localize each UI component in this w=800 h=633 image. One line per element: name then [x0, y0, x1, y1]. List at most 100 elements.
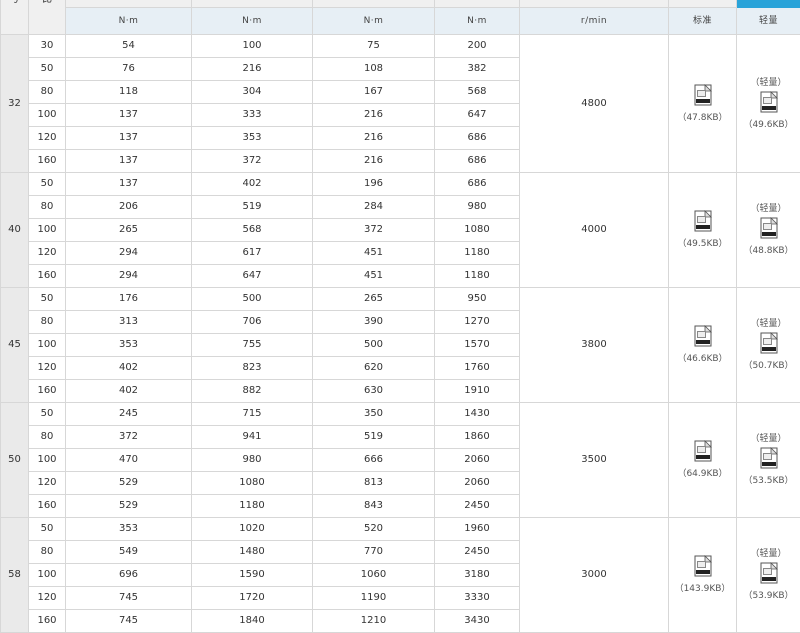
light-label: （轻量）	[750, 433, 786, 445]
cad-file-icon[interactable]	[760, 217, 778, 243]
torque-cell-t3: 520	[313, 518, 435, 541]
torque-cell-t3: 770	[313, 541, 435, 564]
torque-cell-t4: 686	[435, 150, 520, 173]
ratio-cell: 80	[29, 196, 66, 219]
speed-cell: 3000	[520, 518, 669, 633]
ratio-cell: 160	[29, 610, 66, 633]
cad-file-icon[interactable]	[694, 84, 712, 110]
torque-cell-t2: 333	[192, 104, 313, 127]
torque-cell-t3: 630	[313, 380, 435, 403]
torque-cell-t4: 2060	[435, 472, 520, 495]
torque-cell-t4: 1760	[435, 357, 520, 380]
torque-cell-t1: 529	[66, 495, 192, 518]
ratio-cell: 120	[29, 587, 66, 610]
torque-cell-t3: 350	[313, 403, 435, 426]
torque-cell-t3: 519	[313, 426, 435, 449]
ratio-cell: 100	[29, 219, 66, 242]
torque-cell-t4: 3430	[435, 610, 520, 633]
light-file-size: （48.8KB）	[743, 245, 793, 257]
torque-cell-t1: 745	[66, 587, 192, 610]
torque-cell-t2: 519	[192, 196, 313, 219]
ratio-cell: 160	[29, 265, 66, 288]
torque-cell-t1: 353	[66, 518, 192, 541]
torque-cell-t3: 216	[313, 150, 435, 173]
torque-cell-t4: 950	[435, 288, 520, 311]
light-label: （轻量）	[750, 77, 786, 89]
torque-unit-header: N·m	[435, 8, 520, 35]
torque-cell-t3: 390	[313, 311, 435, 334]
ratio-cell: 50	[29, 288, 66, 311]
torque-cell-t4: 568	[435, 81, 520, 104]
torque-cell-t1: 313	[66, 311, 192, 334]
torque-cell-t2: 823	[192, 357, 313, 380]
torque-cell-t1: 137	[66, 104, 192, 127]
cad-file-icon[interactable]	[694, 555, 712, 581]
torque-cell-t3: 108	[313, 58, 435, 81]
standard-download-cell: （47.8KB）	[669, 35, 737, 173]
cad-file-icon[interactable]	[760, 562, 778, 588]
torque-cell-t3: 843	[313, 495, 435, 518]
torque-unit-header: N·m	[192, 8, 313, 35]
light-download-cell: （轻量） （48.8KB）	[737, 173, 800, 288]
ratio-cell: 100	[29, 334, 66, 357]
torque-cell-t2: 706	[192, 311, 313, 334]
torque-cell-t3: 813	[313, 472, 435, 495]
ratio-cell: 160	[29, 150, 66, 173]
torque-cell-t1: 176	[66, 288, 192, 311]
torque-cell-t1: 696	[66, 564, 192, 587]
cad-file-icon[interactable]	[694, 210, 712, 236]
torque-cell-t2: 941	[192, 426, 313, 449]
header-top-cell	[192, 0, 313, 8]
torque-cell-t4: 1180	[435, 242, 520, 265]
torque-cell-t3: 284	[313, 196, 435, 219]
light-label: （轻量）	[750, 548, 786, 560]
cad-file-icon[interactable]	[760, 447, 778, 473]
speed-cell: 3500	[520, 403, 669, 518]
torque-cell-t2: 372	[192, 150, 313, 173]
cad-file-icon[interactable]	[760, 91, 778, 117]
table-row: 505024571535014303500（64.9KB）（轻量）（53.5KB…	[1, 403, 800, 426]
header-top-cell	[520, 0, 669, 8]
light-file-size: （49.6KB）	[743, 119, 793, 131]
torque-cell-t2: 216	[192, 58, 313, 81]
cad-file-icon[interactable]	[760, 332, 778, 358]
torque-cell-t4: 686	[435, 127, 520, 150]
cad-file-icon[interactable]	[694, 325, 712, 351]
torque-cell-t3: 1060	[313, 564, 435, 587]
speed-unit-header: r/min	[520, 8, 669, 35]
torque-cell-t1: 137	[66, 127, 192, 150]
header-top-cell	[669, 0, 737, 8]
ratio-cell: 80	[29, 426, 66, 449]
light-file-size: （53.9KB）	[743, 590, 793, 602]
ratio-cell: 120	[29, 357, 66, 380]
ratio-cell: 160	[29, 380, 66, 403]
torque-cell-t4: 382	[435, 58, 520, 81]
torque-cell-t3: 666	[313, 449, 435, 472]
torque-cell-t3: 451	[313, 265, 435, 288]
torque-cell-t1: 402	[66, 380, 192, 403]
torque-cell-t4: 200	[435, 35, 520, 58]
torque-cell-t3: 216	[313, 104, 435, 127]
ratio-cell: 50	[29, 518, 66, 541]
torque-cell-t2: 755	[192, 334, 313, 357]
torque-cell-t4: 647	[435, 104, 520, 127]
light-file-size: （53.5KB）	[743, 475, 793, 487]
torque-cell-t2: 568	[192, 219, 313, 242]
torque-cell-t4: 2060	[435, 449, 520, 472]
torque-cell-t3: 620	[313, 357, 435, 380]
torque-cell-t3: 1210	[313, 610, 435, 633]
cad-file-icon[interactable]	[694, 440, 712, 466]
header-top-cell	[66, 0, 192, 8]
torque-cell-t1: 265	[66, 219, 192, 242]
torque-cell-t2: 353	[192, 127, 313, 150]
torque-cell-t2: 882	[192, 380, 313, 403]
torque-cell-t4: 1910	[435, 380, 520, 403]
torque-unit-header: N·m	[313, 8, 435, 35]
torque-cell-t4: 1270	[435, 311, 520, 334]
ratio-cell: 100	[29, 104, 66, 127]
light-column-header: 轻量	[737, 8, 800, 35]
light-download-cell: （轻量）（50.7KB）	[737, 288, 800, 403]
light-file-size: （50.7KB）	[743, 360, 793, 372]
light-label: （轻量）	[750, 203, 786, 215]
torque-cell-t2: 980	[192, 449, 313, 472]
